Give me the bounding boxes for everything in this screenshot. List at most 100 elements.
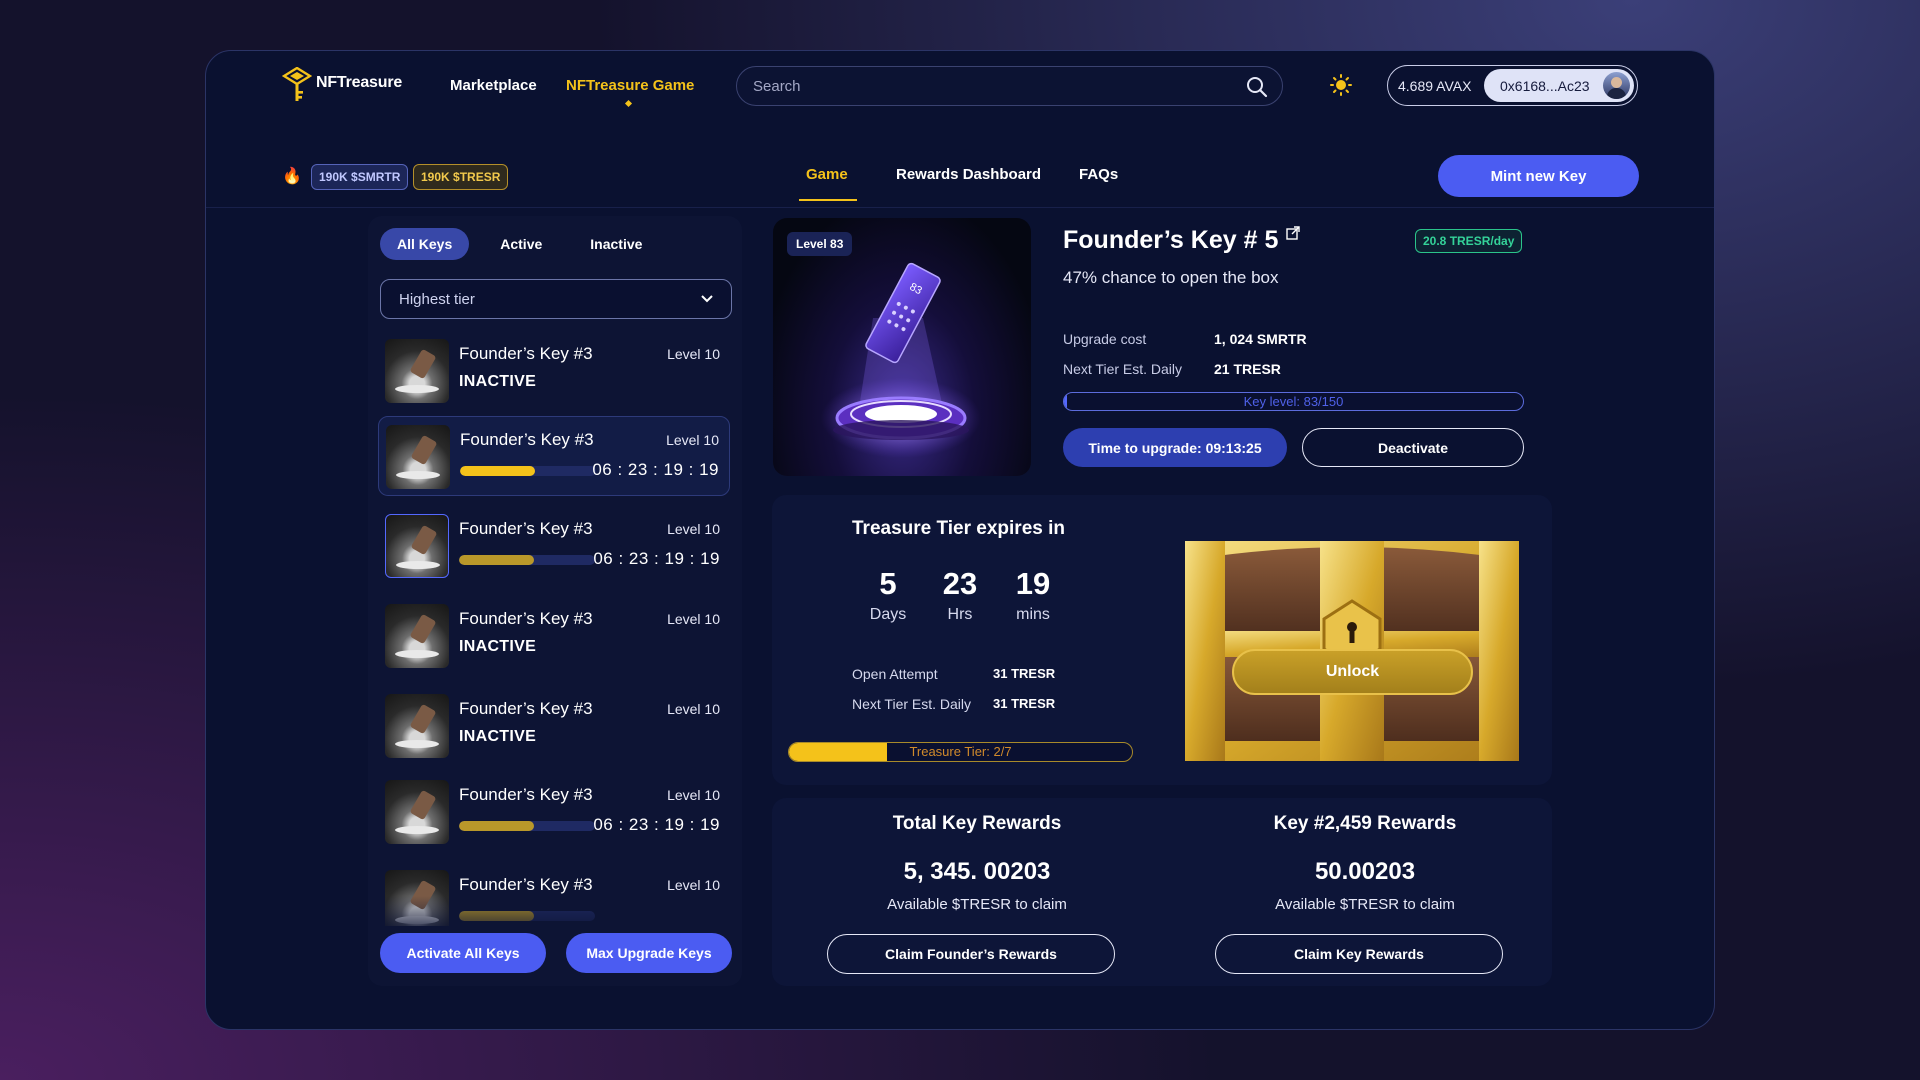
key-list-item[interactable]: Founder’s Key #3 Level 10 06 : 23 : 19 :… xyxy=(378,772,730,852)
tab-faqs[interactable]: FAQs xyxy=(1079,166,1118,183)
external-link-icon[interactable] xyxy=(1286,226,1300,240)
wallet-address: 0x6168...Ac23 xyxy=(1500,77,1590,94)
key-list-item[interactable]: Founder’s Key #3 Level 10 06 : 23 : 19 :… xyxy=(378,416,730,496)
key-artwork: Level 83 83 xyxy=(773,218,1031,476)
key-thumbnail xyxy=(385,604,449,668)
key-thumbnail xyxy=(385,780,449,844)
key-thumbnail xyxy=(386,425,450,489)
claim-key-rewards-button[interactable]: Claim Key Rewards xyxy=(1215,934,1503,974)
key-actions: Activate All Keys Max Upgrade Keys xyxy=(380,933,732,973)
activate-all-keys-button[interactable]: Activate All Keys xyxy=(380,933,546,973)
mint-new-key-button[interactable]: Mint new Key xyxy=(1438,155,1639,197)
earn-rate-badge: 20.8 TRESR/day xyxy=(1415,229,1523,253)
countdown-days-unit: Days xyxy=(869,606,907,623)
active-indicator xyxy=(624,99,633,108)
nav-nftreasure-game[interactable]: NFTreasure Game xyxy=(566,77,695,108)
nav-marketplace[interactable]: Marketplace xyxy=(450,77,537,94)
tab-rewards-dashboard[interactable]: Rewards Dashboard xyxy=(896,166,1041,183)
key-list[interactable]: Founder’s Key #3 Level 10 INACTIVE Found… xyxy=(378,331,734,926)
fire-icon: 🔥 xyxy=(282,168,302,185)
smrtr-balance-badge: 190K $SMRTR xyxy=(311,164,409,190)
key-status: INACTIVE xyxy=(459,728,537,745)
search-icon[interactable] xyxy=(1246,76,1268,98)
time-to-upgrade-button[interactable]: Time to upgrade: 09:13:25 xyxy=(1063,428,1287,467)
key-title: Founder’s Key # 5 xyxy=(1063,226,1279,254)
key-progress-bar xyxy=(459,821,595,831)
key-name: Founder’s Key #3 xyxy=(459,519,593,538)
claim-founders-rewards-button[interactable]: Claim Founder’s Rewards xyxy=(827,934,1115,974)
chevron-down-icon xyxy=(701,295,713,303)
key-level: Level 10 xyxy=(667,787,720,803)
key-progress-bar xyxy=(460,466,596,476)
total-rewards-value: 5, 345. 00203 xyxy=(903,858,1051,885)
filter-inactive[interactable]: Inactive xyxy=(573,228,659,260)
key-rewards-value: 50.00203 xyxy=(1314,858,1416,885)
sort-dropdown[interactable]: Highest tier xyxy=(380,279,732,319)
top-navigation: NFTreasure Marketplace NFTreasure Game 4… xyxy=(206,51,1714,111)
upgrade-cost-label: Upgrade cost xyxy=(1063,331,1147,347)
key-thumbnail xyxy=(385,514,449,578)
key-timer: 06 : 23 : 19 : 19 xyxy=(593,815,720,834)
next-tier-value: 21 TRESR xyxy=(1214,361,1281,377)
countdown-minutes: 19 mins xyxy=(998,566,1068,624)
wallet-address-pill[interactable]: 0x6168...Ac23 xyxy=(1484,69,1634,102)
key-rewards-title: Key #2,459 Rewards xyxy=(1273,813,1457,834)
key-level-text: Key level: 83/150 xyxy=(1243,394,1344,409)
key-logo-icon xyxy=(282,67,312,101)
key-progress-fill xyxy=(459,821,534,831)
deactivate-button[interactable]: Deactivate xyxy=(1302,428,1524,467)
key-timer: 06 : 23 : 19 : 19 xyxy=(593,549,720,568)
key-progress-fill xyxy=(460,466,535,476)
countdown-minutes-unit: mins xyxy=(1016,606,1050,623)
unlock-button[interactable]: Unlock xyxy=(1232,649,1473,695)
key-thumbnail xyxy=(385,694,449,758)
key-name: Founder’s Key #3 xyxy=(460,430,594,449)
key-list-item[interactable]: Founder’s Key #3 Level 10 INACTIVE xyxy=(378,331,730,411)
treasure-next-tier-value: 31 TRESR xyxy=(993,696,1056,711)
treasure-next-tier-label: Next Tier Est. Daily xyxy=(852,696,972,712)
next-tier-label: Next Tier Est. Daily xyxy=(1063,361,1183,377)
key-name: Founder’s Key #3 xyxy=(459,344,593,363)
tab-game[interactable]: Game xyxy=(799,166,857,201)
key-level: Level 10 xyxy=(667,701,720,717)
countdown-hours-value: 23 xyxy=(942,566,978,601)
open-attempt-label: Open Attempt xyxy=(852,666,938,682)
nav-nftreasure-game-label: NFTreasure Game xyxy=(566,77,695,94)
wallet-widget[interactable]: 4.689 AVAX 0x6168...Ac23 xyxy=(1387,65,1638,106)
treasure-title: Treasure Tier expires in xyxy=(852,518,1065,539)
wallet-balance: 4.689 AVAX xyxy=(1398,77,1472,94)
key-level: Level 10 xyxy=(666,432,719,448)
key-status: INACTIVE xyxy=(459,638,537,655)
key-level: Level 10 xyxy=(667,521,720,537)
key-rewards: Key #2,459 Rewards 50.00203 Available $T… xyxy=(1215,813,1515,913)
key-status: INACTIVE xyxy=(459,373,537,390)
search-bar xyxy=(736,66,1283,106)
tresr-balance-badge: 190K $TRESR xyxy=(413,164,509,190)
total-key-rewards: Total Key Rewards 5, 345. 00203 Availabl… xyxy=(827,813,1127,913)
key-list-item[interactable]: Founder’s Key #3 Level 10 INACTIVE xyxy=(378,686,730,766)
key-name: Founder’s Key #3 xyxy=(459,785,593,804)
key-name: Founder’s Key #3 xyxy=(459,609,593,628)
countdown-days-value: 5 xyxy=(879,566,897,601)
sub-navigation: 🔥 190K $SMRTR 190K $TRESR Game Rewards D… xyxy=(206,136,1714,208)
sort-dropdown-value: Highest tier xyxy=(399,290,475,308)
countdown-minutes-value: 19 xyxy=(1015,566,1051,601)
total-rewards-title: Total Key Rewards xyxy=(892,813,1062,834)
total-rewards-subtitle: Available $TRESR to claim xyxy=(887,896,1067,913)
search-input[interactable] xyxy=(737,67,1282,105)
key-progress-bar xyxy=(459,555,595,565)
list-fade xyxy=(378,896,730,936)
app-window: NFTreasure Marketplace NFTreasure Game 4… xyxy=(205,50,1715,1030)
theme-toggle-sun-icon[interactable] xyxy=(1330,74,1352,96)
key-timer: 06 : 23 : 19 : 19 xyxy=(592,460,719,479)
filter-all-keys[interactable]: All Keys xyxy=(380,228,470,260)
filter-active[interactable]: Active xyxy=(483,228,559,260)
key-list-item[interactable]: Founder’s Key #3 Level 10 06 : 23 : 19 :… xyxy=(378,506,730,586)
max-upgrade-keys-button[interactable]: Max Upgrade Keys xyxy=(566,933,732,973)
key-level-progress-bar: Key level: 83/150 xyxy=(1063,392,1524,411)
treasure-tier-progress-bar: Treasure Tier: 2/7 xyxy=(788,742,1133,762)
avatar[interactable] xyxy=(1603,72,1630,99)
key-rewards-subtitle: Available $TRESR to claim xyxy=(1275,896,1455,913)
key-list-item[interactable]: Founder’s Key #3 Level 10 INACTIVE xyxy=(378,596,730,676)
logo[interactable]: NFTreasure xyxy=(282,67,402,105)
